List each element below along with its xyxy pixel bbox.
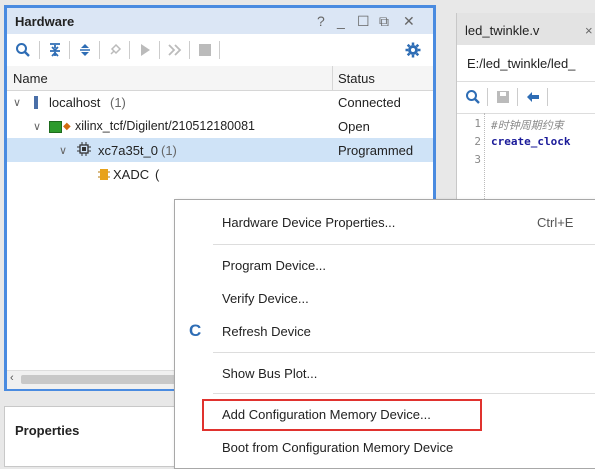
editor-tab[interactable]: led_twinkle.v × bbox=[457, 13, 595, 46]
auto-connect-icon[interactable] bbox=[105, 40, 125, 60]
gear-icon[interactable] bbox=[403, 40, 423, 60]
tree-row-status: Programmed bbox=[338, 143, 414, 158]
highlight-box bbox=[202, 399, 482, 431]
tree-row-extra: ( bbox=[155, 167, 160, 182]
editor-toolbar bbox=[457, 81, 595, 114]
save-icon[interactable] bbox=[493, 87, 513, 107]
maximize-button[interactable]: ☐ bbox=[357, 13, 370, 30]
help-button[interactable]: ? bbox=[317, 13, 325, 29]
menu-item-boot-from-configuration-memory[interactable]: Boot from Configuration Memory Device bbox=[175, 432, 595, 462]
menu-item-label: Verify Device... bbox=[222, 291, 309, 306]
toolbar-separator bbox=[69, 41, 70, 59]
close-icon[interactable]: × bbox=[585, 23, 593, 38]
undo-icon[interactable] bbox=[523, 87, 543, 107]
menu-separator bbox=[213, 244, 595, 245]
tree-row-label: xilinx_tcf/Digilent/210512180081 bbox=[75, 119, 255, 133]
tree-row-status: Connected bbox=[338, 95, 401, 110]
toolbar-separator bbox=[189, 41, 190, 59]
minimize-button[interactable]: _ bbox=[337, 13, 345, 29]
properties-title: Properties bbox=[15, 423, 80, 438]
refresh-icon: C bbox=[189, 321, 202, 340]
search-icon[interactable] bbox=[463, 87, 483, 107]
column-status[interactable]: Status bbox=[338, 71, 375, 86]
line-number: 3 bbox=[474, 153, 481, 166]
context-menu: Hardware Device Properties... Ctrl+E Pro… bbox=[174, 199, 595, 469]
menu-item-label: Program Device... bbox=[222, 258, 327, 273]
toolbar-separator bbox=[487, 88, 488, 106]
tree-row-status: Open bbox=[338, 119, 370, 134]
menu-item-label: Hardware Device Properties... bbox=[222, 215, 396, 230]
hardware-panel-title: Hardware bbox=[15, 14, 75, 29]
toolbar-separator bbox=[159, 41, 160, 59]
code-line: #时钟周期约束 bbox=[491, 119, 564, 132]
hardware-panel-header: Hardware ? _ ☐ ⧉ ✕ bbox=[7, 8, 433, 34]
board-icon bbox=[49, 121, 62, 133]
menu-item-label: Boot from Configuration Memory Device bbox=[222, 440, 454, 455]
run-icon[interactable] bbox=[135, 40, 155, 60]
tree-row-device[interactable]: ∨ xc7a35t_0 (1) Programmed bbox=[7, 138, 433, 162]
hardware-toolbar bbox=[7, 34, 433, 67]
editor-tab-title: led_twinkle.v bbox=[465, 23, 540, 38]
tree-header: Name Status bbox=[7, 66, 433, 91]
menu-item-hardware-device-properties[interactable]: Hardware Device Properties... Ctrl+E bbox=[175, 207, 595, 237]
tree-row-count: (1) bbox=[161, 143, 177, 158]
float-button[interactable]: ⧉ bbox=[379, 13, 389, 30]
tree-row-count: (1) bbox=[110, 95, 126, 110]
code-line: create_clock bbox=[491, 135, 571, 148]
editor-path-bar: E:/led_twinkle/led_ bbox=[457, 45, 595, 82]
toolbar-separator bbox=[517, 88, 518, 106]
menu-item-label: Show Bus Plot... bbox=[222, 366, 318, 381]
line-number: 1 bbox=[474, 117, 481, 130]
collapse-all-icon[interactable] bbox=[45, 40, 65, 60]
menu-item-label: Refresh Device bbox=[222, 324, 311, 339]
toolbar-separator bbox=[547, 88, 548, 106]
tree-row-label: XADC bbox=[113, 167, 150, 182]
line-number: 2 bbox=[474, 135, 481, 148]
toolbar-separator bbox=[219, 41, 220, 59]
menu-item-verify-device[interactable]: Verify Device... bbox=[175, 283, 595, 313]
column-divider[interactable] bbox=[332, 66, 333, 90]
menu-item-program-device[interactable]: Program Device... bbox=[175, 250, 595, 280]
server-icon bbox=[34, 96, 38, 109]
tree-row-localhost[interactable]: ∨ localhost (1) Connected bbox=[7, 90, 433, 114]
file-path: E:/led_twinkle/led_ bbox=[467, 56, 576, 71]
stop-icon[interactable] bbox=[195, 40, 215, 60]
fast-forward-icon[interactable] bbox=[165, 40, 185, 60]
tree-row-target[interactable]: ∨ ◆ xilinx_tcf/Digilent/210512180081 Ope… bbox=[7, 114, 433, 138]
menu-item-refresh-device[interactable]: C Refresh Device bbox=[175, 316, 595, 346]
close-button[interactable]: ✕ bbox=[403, 13, 415, 30]
menu-separator bbox=[213, 393, 595, 394]
menu-separator bbox=[213, 352, 595, 353]
scroll-left-icon[interactable]: ‹ bbox=[10, 372, 14, 384]
search-icon[interactable] bbox=[13, 40, 33, 60]
toolbar-separator bbox=[129, 41, 130, 59]
xadc-icon bbox=[98, 168, 110, 184]
chevron-down-icon[interactable]: ∨ bbox=[59, 144, 67, 157]
chevron-down-icon[interactable]: ∨ bbox=[13, 96, 21, 109]
chip-icon bbox=[77, 142, 91, 159]
connection-icon: ◆ bbox=[63, 121, 71, 132]
column-name[interactable]: Name bbox=[13, 71, 48, 86]
menu-item-shortcut: Ctrl+E bbox=[537, 215, 574, 230]
toolbar-separator bbox=[39, 41, 40, 59]
menu-item-show-bus-plot[interactable]: Show Bus Plot... bbox=[175, 358, 595, 388]
tree-row-label: localhost bbox=[49, 95, 101, 110]
chevron-down-icon[interactable]: ∨ bbox=[33, 120, 41, 133]
tree-row-xadc[interactable]: XADC ( bbox=[7, 162, 433, 186]
tree-row-label: xc7a35t_0 bbox=[98, 143, 158, 158]
expand-all-icon[interactable] bbox=[75, 40, 95, 60]
toolbar-separator bbox=[99, 41, 100, 59]
